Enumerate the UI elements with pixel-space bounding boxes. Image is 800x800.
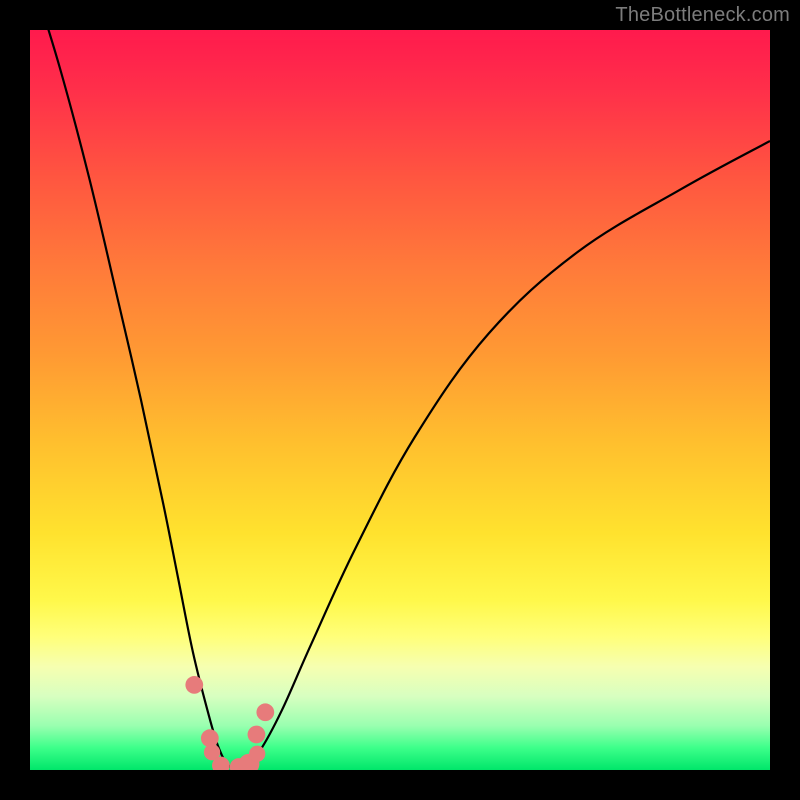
data-marker [249,746,265,762]
data-marker [201,729,219,747]
data-marker [248,726,266,744]
data-marker [185,676,203,694]
watermark-text: TheBottleneck.com [615,4,790,27]
chart-svg-layer [30,30,770,770]
plot-area [30,30,770,770]
data-markers [185,676,274,770]
data-marker [256,703,274,721]
bottleneck-curve [30,30,770,769]
chart-frame: TheBottleneck.com [0,0,800,800]
